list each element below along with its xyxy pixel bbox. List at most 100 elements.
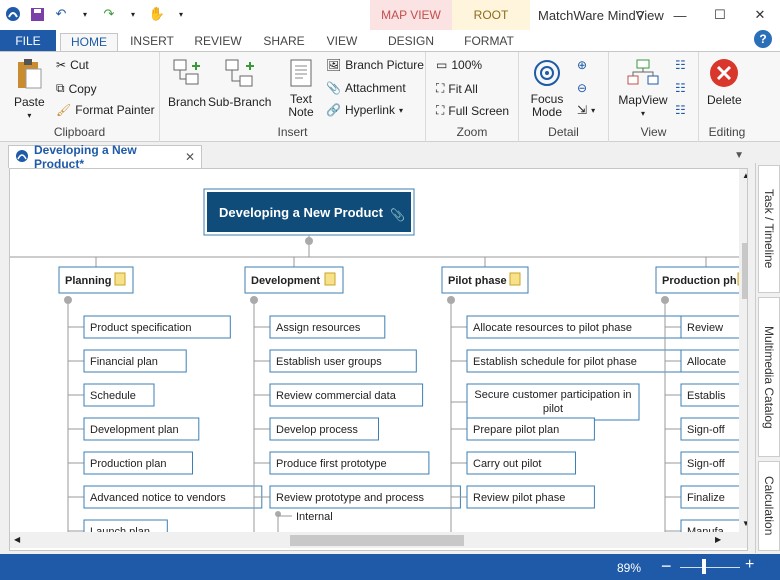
- help-button[interactable]: ?: [754, 30, 772, 48]
- format-painter-button[interactable]: 🖌 Format Painter: [56, 103, 155, 117]
- detail-expand-button[interactable]: ⊕: [577, 58, 587, 72]
- redo-dropdown-icon[interactable]: ▾: [124, 5, 142, 23]
- undo-dropdown-icon[interactable]: ▾: [76, 5, 94, 23]
- branch-icon: [172, 58, 202, 93]
- branch-button[interactable]: Branch: [168, 58, 206, 109]
- maximize-icon[interactable]: ☐: [700, 0, 740, 30]
- subtopic-label: Financial plan: [90, 356, 158, 368]
- collapse-root-icon[interactable]: [305, 237, 313, 245]
- map-canvas[interactable]: Developing a New Product 📎 Planning Product…: [9, 168, 748, 551]
- subtopic-label: Product specification: [90, 322, 192, 334]
- outline-icon: ☷: [675, 58, 686, 72]
- view-timeline-button[interactable]: ☷: [675, 103, 686, 117]
- tab-review[interactable]: REVIEW: [188, 33, 248, 52]
- note-icon[interactable]: [509, 272, 521, 286]
- save-icon[interactable]: [28, 5, 46, 23]
- text-note-button[interactable]: Text Note: [284, 58, 318, 119]
- close-icon[interactable]: ✕: [740, 0, 780, 30]
- cut-button[interactable]: ✂ Cut: [56, 58, 89, 72]
- scroll-down-icon[interactable]: ▼: [742, 519, 747, 528]
- scroll-up-icon[interactable]: ▲: [742, 171, 747, 180]
- attachment-label: Attachment: [344, 81, 406, 95]
- tab-list-dropdown-icon[interactable]: ▼: [734, 150, 744, 161]
- view-gantt-button[interactable]: ☷: [675, 81, 686, 95]
- customize-qat-icon[interactable]: ▾: [172, 5, 190, 23]
- tab-file[interactable]: FILE: [0, 30, 56, 52]
- subtopic-label: Develop process: [276, 424, 358, 436]
- collapse-branch-icon[interactable]: [64, 296, 72, 304]
- detail-collapse-button[interactable]: ⊖: [577, 81, 587, 95]
- attachment-button[interactable]: 📎 Attachment: [326, 81, 406, 95]
- horizontal-scrollbar[interactable]: ◀ ▶: [10, 532, 747, 548]
- collapse-branch-icon[interactable]: [250, 296, 258, 304]
- attachment-icon: 📎: [390, 207, 405, 222]
- ribbon-tabs: FILE HOME INSERT REVIEW SHARE VIEW DESIG…: [0, 30, 780, 52]
- minimize-icon[interactable]: —: [660, 0, 700, 30]
- subtopic-label: Establish schedule for pilot phase: [473, 356, 637, 368]
- subtopic-label: Advanced notice to vendors: [90, 492, 226, 504]
- branch-picture-button[interactable]: 🖼 Branch Picture: [326, 58, 424, 72]
- close-tab-icon[interactable]: ✕: [185, 150, 195, 164]
- hyperlink-button[interactable]: 🔗 Hyperlink ▾: [326, 103, 403, 117]
- tab-view[interactable]: VIEW: [318, 33, 366, 52]
- tab-share[interactable]: SHARE: [256, 33, 312, 52]
- redo-icon[interactable]: ↷: [100, 5, 118, 23]
- fit-all-button[interactable]: ⛶ Fit All: [436, 81, 478, 96]
- subtopic-label: Assign resources: [276, 322, 361, 334]
- zoom-slider-track[interactable]: [680, 567, 740, 568]
- focus-mode-button[interactable]: Focus Mode: [527, 58, 567, 119]
- tab-format[interactable]: FORMAT: [458, 33, 520, 52]
- side-tab-task-timeline[interactable]: Task / Timeline: [758, 165, 780, 293]
- text-note-icon: [289, 58, 313, 91]
- ribbon: Paste ▾ ✂ Cut ⧉ Copy 🖌 Format Painter Clipb…: [0, 51, 780, 142]
- fit-all-icon: ⛶: [436, 81, 445, 95]
- context-label-map-view: MAP VIEW: [381, 8, 441, 22]
- zoom-100-icon: ▭: [436, 58, 448, 72]
- copy-button[interactable]: ⧉ Copy: [56, 81, 97, 96]
- horizontal-scroll-thumb[interactable]: [290, 535, 464, 546]
- group-zoom: ▭ 100% ⛶ Fit All ⛶ Full Screen Zoom: [426, 52, 519, 142]
- sub-branch-button[interactable]: Sub-Branch: [208, 58, 271, 109]
- scroll-left-icon[interactable]: ◀: [14, 535, 20, 544]
- branch-label-3: Production ph: [662, 275, 737, 287]
- mapview-button[interactable]: MapView ▾: [615, 58, 671, 118]
- help-icon[interactable]: ?: [620, 0, 660, 30]
- delete-button[interactable]: Delete: [707, 58, 742, 107]
- view-outline-button[interactable]: ☷: [675, 58, 686, 72]
- note-icon[interactable]: [324, 272, 336, 286]
- undo-icon[interactable]: ↶: [52, 5, 70, 23]
- mindview-doc-icon: [15, 149, 29, 166]
- window-controls: ? — ☐ ✕: [620, 0, 780, 30]
- tab-insert[interactable]: INSERT: [124, 33, 180, 52]
- mapview-icon: [627, 58, 659, 91]
- quick-access-toolbar: ↶ ▾ ↷ ▾ ✋ ▾: [4, 5, 190, 23]
- paste-button[interactable]: Paste ▾: [14, 58, 45, 120]
- group-editing: Delete Editing: [699, 52, 755, 142]
- touch-mode-icon[interactable]: ✋: [148, 5, 166, 23]
- side-tab-calculation[interactable]: Calculation: [758, 461, 780, 551]
- mind-map[interactable]: Developing a New Product 📎 Planning Product…: [10, 169, 739, 532]
- delete-label: Delete: [707, 93, 742, 107]
- zoom-slider-thumb[interactable]: [702, 559, 706, 574]
- document-tab[interactable]: Developing a New Product* ✕: [8, 143, 202, 171]
- vertical-scrollbar[interactable]: ▲ ▼: [739, 169, 747, 532]
- full-screen-icon: ⛶: [436, 103, 445, 117]
- full-screen-button[interactable]: ⛶ Full Screen: [436, 103, 509, 118]
- mindview-logo-icon[interactable]: [4, 5, 22, 23]
- tab-home[interactable]: HOME: [60, 33, 118, 52]
- collapse-branch-icon[interactable]: [447, 296, 455, 304]
- group-label-clipboard: Clipboard: [53, 125, 106, 139]
- side-tab-multimedia-catalog[interactable]: Multimedia Catalog: [758, 297, 780, 457]
- collapse-branch-icon[interactable]: [661, 296, 669, 304]
- scroll-right-icon[interactable]: ▶: [715, 535, 721, 544]
- zoom-in-icon[interactable]: +: [745, 556, 754, 574]
- zoom-100-button[interactable]: ▭ 100%: [436, 58, 482, 72]
- detail-level-button[interactable]: ⇲ ▾: [577, 103, 595, 117]
- mapview-dropdown-icon: ▾: [640, 109, 645, 118]
- vertical-scroll-thumb[interactable]: [742, 243, 747, 299]
- zoom-100-label: 100%: [451, 58, 483, 72]
- zoom-out-icon[interactable]: −: [661, 556, 672, 577]
- tab-design[interactable]: DESIGN: [380, 33, 442, 52]
- text-note-label: Text Note: [288, 92, 314, 119]
- note-icon[interactable]: [114, 272, 126, 286]
